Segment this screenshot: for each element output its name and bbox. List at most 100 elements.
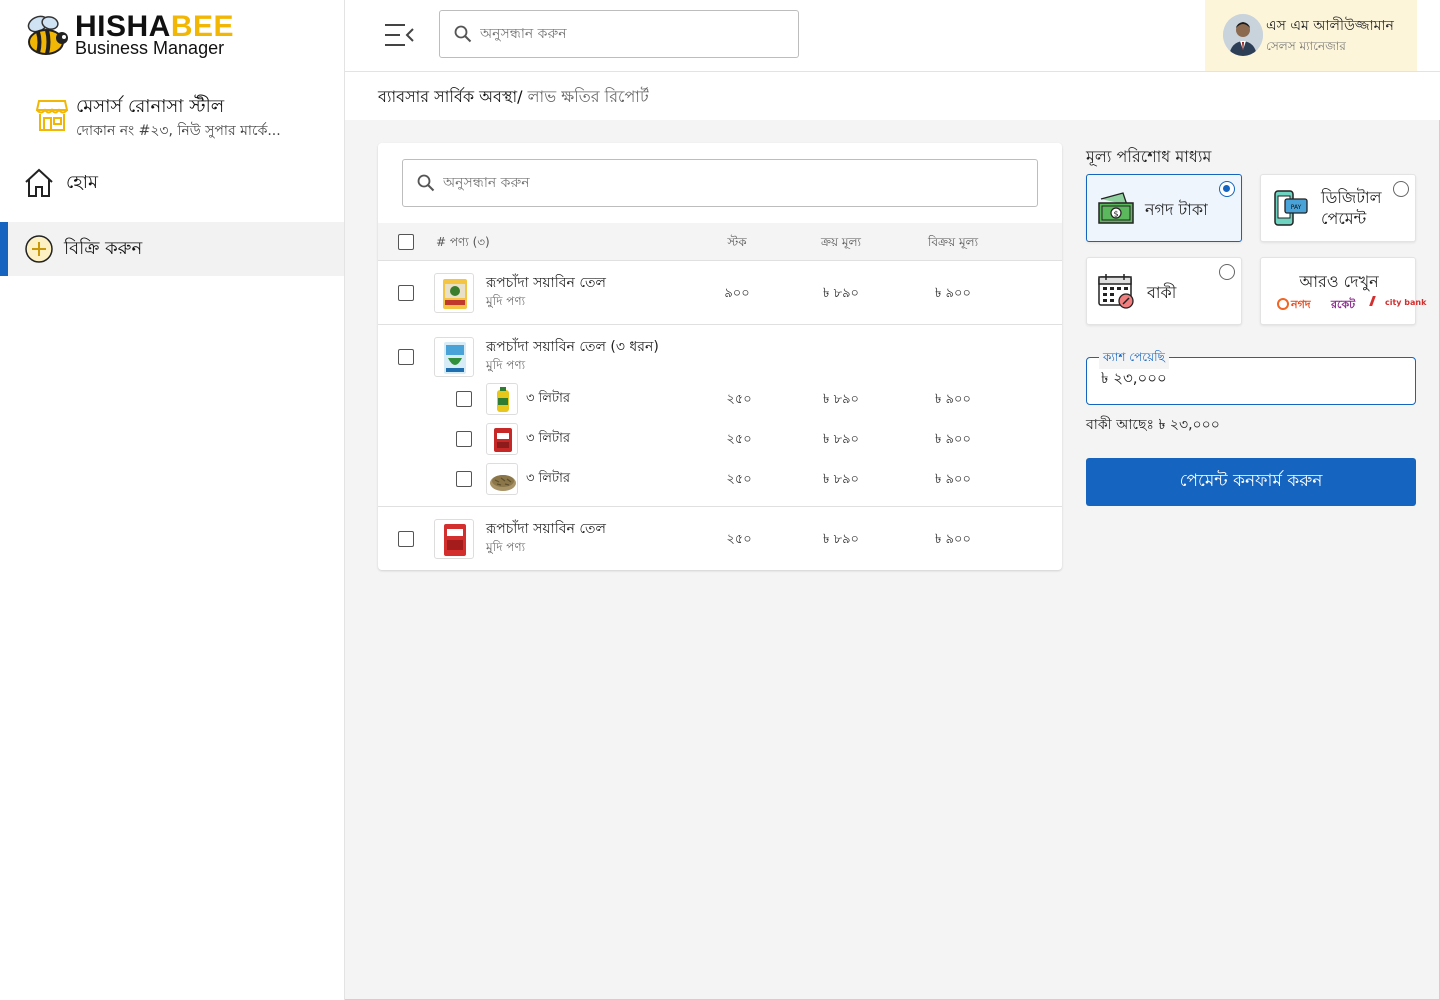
shop-info[interactable]: মেসার্স রোনাসা স্টীল দোকান নং #২৩, নিউ স…: [36, 92, 336, 142]
digital-label-line2: পেমেন্ট: [1321, 209, 1367, 228]
variant-checkbox[interactable]: [456, 391, 472, 407]
sell-price: ৳ ৯০০: [935, 432, 971, 447]
brand-city-bank: city bank: [1369, 296, 1427, 307]
header-search[interactable]: [439, 10, 799, 58]
stock-value: ২৫০: [726, 392, 752, 407]
row-checkbox[interactable]: [398, 349, 414, 365]
sidebar-item-home[interactable]: হোম: [0, 156, 344, 210]
product-category: মুদি পণ্য: [486, 294, 526, 308]
variant-thumbnail: [486, 423, 518, 455]
breadcrumb-current: লাভ ক্ষতির রিপোর্ট: [522, 87, 649, 106]
brand-rocket: রকেট: [1331, 298, 1356, 311]
stock-value: ২৫০: [726, 532, 752, 547]
sidebar-item-sell[interactable]: বিক্রি করুন: [0, 222, 344, 276]
product-category: মুদি পণ্য: [486, 540, 526, 554]
user-profile[interactable]: এস এম আলীউজ্জামান সেলস ম্যানেজার: [1205, 0, 1417, 71]
digital-payment-icon: PAY: [1274, 190, 1308, 226]
digital-radio[interactable]: [1393, 181, 1409, 197]
product-name: রূপচাঁদা সয়াবিন তেল (৩ ধরন): [486, 339, 659, 355]
plus-circle-icon: [22, 232, 56, 266]
see-more-label: আরও দেখুন: [1299, 272, 1379, 291]
due-label: বাকী: [1147, 283, 1177, 302]
bee-logo-icon: [27, 15, 68, 55]
product-table-card: # পণ্য (৩) স্টক ক্রয় মূল্য বিক্রয় মূল্…: [378, 143, 1062, 570]
sell-price: ৳ ৯০০: [935, 286, 971, 301]
brand-nagad: নগদ: [1277, 296, 1311, 315]
home-icon: [22, 166, 56, 200]
payment-option-cash[interactable]: $ নগদ টাকা: [1086, 174, 1242, 242]
sidebar-item-label: বিক্রি করুন: [64, 237, 143, 259]
calendar-due-icon: [1098, 274, 1134, 309]
svg-text:$: $: [1113, 210, 1118, 219]
cash-received-label: ক্যাশ পেয়েছি: [1099, 349, 1169, 369]
table-row[interactable]: রূপচাঁদা সয়াবিন তেল (৩ ধরন) মুদি পণ্য ৩…: [378, 325, 1062, 507]
sell-price: ৳ ৯০০: [935, 472, 971, 487]
cash-label: নগদ টাকা: [1145, 200, 1208, 219]
product-name: রূপচাঁদা সয়াবিন তেল: [486, 521, 606, 537]
stock-value: ২৫০: [726, 472, 752, 487]
header-search-input[interactable]: [480, 26, 798, 42]
top-bar: এস এম আলীউজ্জামান সেলস ম্যানেজার: [345, 0, 1440, 72]
due-radio[interactable]: [1219, 264, 1235, 280]
due-amount-text: বাকী আছেঃ ৳ ২৩,০০০: [1086, 417, 1220, 433]
search-icon: [417, 174, 435, 192]
variant-name: ৩ লিটার: [526, 431, 570, 446]
select-all-checkbox[interactable]: [398, 234, 414, 250]
menu-collapse-icon[interactable]: [383, 22, 415, 48]
variant-checkbox[interactable]: [456, 471, 472, 487]
buy-price: ৳ ৮৯০: [823, 472, 859, 487]
sidebar-item-label: হোম: [66, 171, 98, 193]
product-thumbnail: [434, 519, 474, 559]
variant-thumbnail: [486, 383, 518, 415]
breadcrumb-parent[interactable]: ব্যাবসার সার্বিক অবস্থা/: [378, 87, 523, 106]
payment-option-digital[interactable]: PAY ডিজিটাল পেমেন্ট: [1260, 174, 1416, 242]
store-icon: [36, 100, 68, 131]
sell-price: ৳ ৯০০: [935, 392, 971, 407]
column-header-stock: স্টক: [727, 235, 747, 249]
table-header: # পণ্য (৩) স্টক ক্রয় মূল্য বিক্রয় মূল্…: [378, 223, 1062, 261]
product-thumbnail: [434, 337, 474, 377]
row-checkbox[interactable]: [398, 285, 414, 301]
brand-nagad-label: নগদ: [1291, 298, 1311, 311]
row-checkbox[interactable]: [398, 531, 414, 547]
cash-received-field[interactable]: ক্যাশ পেয়েছি: [1086, 349, 1416, 405]
buy-price: ৳ ৮৯০: [823, 532, 859, 547]
payment-option-due[interactable]: বাকী: [1086, 257, 1242, 325]
product-search-input[interactable]: [443, 175, 1037, 191]
table-row[interactable]: রূপচাঁদা সয়াবিন তেল মুদি পণ্য ২৫০ ৳ ৮৯০…: [378, 507, 1062, 570]
breadcrumb-bar: ব্যাবসার সার্বিক অবস্থা/ লাভ ক্ষতির রিপো…: [345, 72, 1440, 120]
payment-option-more[interactable]: আরও দেখুন নগদ রকেট city bank: [1260, 257, 1426, 325]
cash-radio[interactable]: [1219, 181, 1235, 197]
column-header-buy-price: ক্রয় মূল্য: [820, 235, 861, 249]
sell-price: ৳ ৯০০: [935, 532, 971, 547]
logo-subtitle: Business Manager: [75, 38, 225, 58]
product-thumbnail: [434, 273, 474, 313]
product-search[interactable]: [402, 159, 1038, 207]
main-content: # পণ্য (৩) স্টক ক্রয় মূল্য বিক্রয় মূল্…: [345, 120, 1439, 999]
svg-text:PAY: PAY: [1291, 204, 1302, 211]
breadcrumb: ব্যাবসার সার্বিক অবস্থা/ লাভ ক্ষতির রিপো…: [378, 84, 649, 111]
shop-address: দোকান নং #২৩, নিউ সুপার মার্কে...: [76, 123, 281, 139]
variant-thumbnail: [486, 463, 518, 495]
brand-city-bank-label: city bank: [1385, 298, 1427, 307]
payment-title: মূল্য পরিশোধ মাধ্যম: [1086, 147, 1212, 166]
table-row[interactable]: রূপচাঁদা সয়াবিন তেল মুদি পণ্য ৯০০ ৳ ৮৯০…: [378, 261, 1062, 325]
buy-price: ৳ ৮৯০: [823, 392, 859, 407]
stock-value: ৯০০: [724, 286, 750, 301]
buy-price: ৳ ৮৯০: [823, 286, 859, 301]
user-role: সেলস ম্যানেজার: [1266, 39, 1346, 53]
confirm-payment-button[interactable]: পেমেন্ট কনফার্ম করুন: [1086, 458, 1416, 506]
cash-received-input[interactable]: [1101, 370, 1391, 388]
cash-icon: $: [1098, 192, 1134, 224]
buy-price: ৳ ৮৯০: [823, 432, 859, 447]
product-name: রূপচাঁদা সয়াবিন তেল: [486, 275, 606, 291]
variant-name: ৩ লিটার: [526, 471, 570, 486]
logo[interactable]: HISHABEE Business Manager: [22, 12, 252, 62]
sidebar: HISHABEE Business Manager মেসার্স রোনাসা…: [0, 0, 345, 1000]
variant-checkbox[interactable]: [456, 431, 472, 447]
column-header-sell-price: বিক্রয় মূল্য: [927, 235, 979, 249]
stock-value: ২৫০: [726, 432, 752, 447]
search-icon: [454, 25, 472, 43]
avatar: [1223, 14, 1263, 56]
variant-name: ৩ লিটার: [526, 391, 570, 406]
